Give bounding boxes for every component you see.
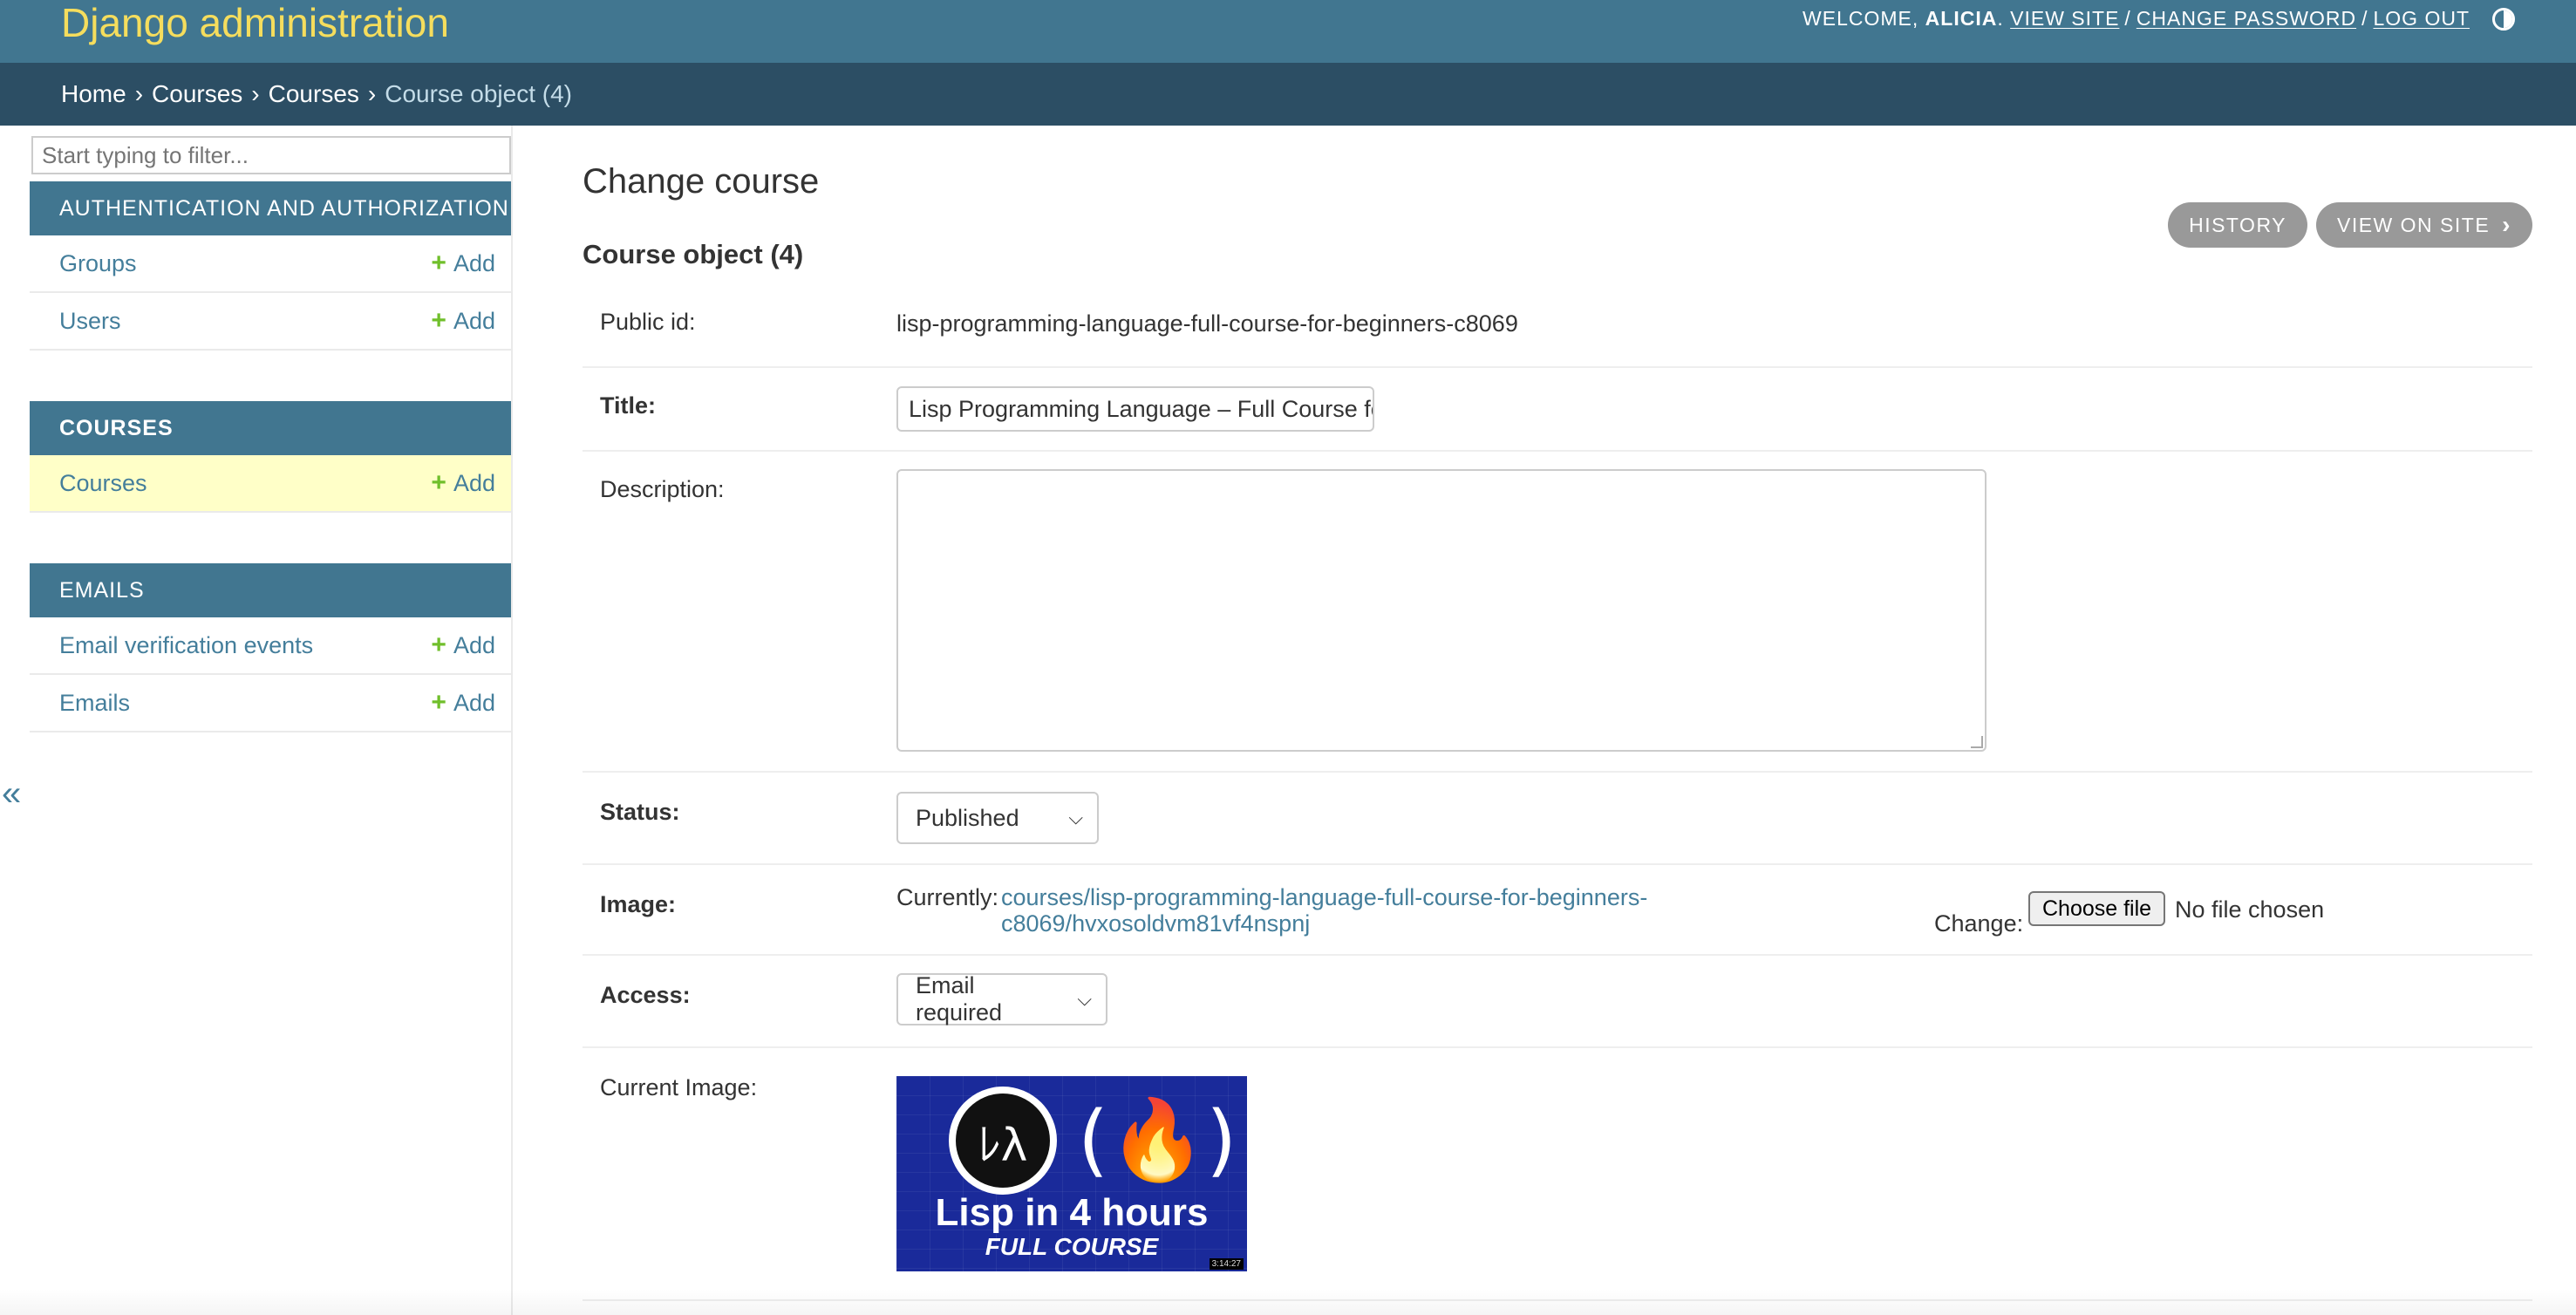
status-label: Status: xyxy=(600,799,680,825)
sidebar-item-label[interactable]: Groups xyxy=(59,250,137,277)
theme-toggle-icon[interactable] xyxy=(2492,7,2515,31)
chevron-down-icon: ⌵ xyxy=(1068,807,1083,828)
access-select[interactable]: Email required ⌵ xyxy=(896,972,1107,1025)
add-courses-button[interactable]: + Add xyxy=(431,470,495,497)
chevron-right-icon: › xyxy=(2502,211,2511,238)
breadcrumb-model[interactable]: Courses xyxy=(269,80,359,108)
user-tools: WELCOME, ALICIA. VIEW SITE / CHANGE PASS… xyxy=(1803,7,2515,31)
sidebar-item-label[interactable]: Courses xyxy=(59,470,147,497)
header: Django administration WELCOME, ALICIA. V… xyxy=(0,0,2576,63)
plus-icon: + xyxy=(431,468,446,497)
add-users-button[interactable]: + Add xyxy=(431,308,495,335)
breadcrumb-current: Course object (4) xyxy=(385,80,572,107)
change-password-link[interactable]: CHANGE PASSWORD xyxy=(2136,7,2356,31)
image-label: Image: xyxy=(600,891,677,917)
image-currently-label: Currently: xyxy=(896,884,999,910)
nav-sidebar: AUTHENTICATION AND AUTHORIZATION Groups … xyxy=(30,126,513,1315)
site-branding[interactable]: Django administration xyxy=(61,0,449,45)
sidebar-item-users: Users + Add xyxy=(30,293,511,351)
thumbnail-title: Lisp in 4 hours xyxy=(935,1191,1209,1234)
image-change-label: Change: xyxy=(1934,910,2024,937)
add-emails-button[interactable]: + Add xyxy=(431,690,495,717)
view-site-link[interactable]: VIEW SITE xyxy=(2010,7,2119,31)
chevron-down-icon: ⌵ xyxy=(1077,988,1092,1010)
sidebar-item-courses: Courses + Add xyxy=(30,455,511,513)
title-input[interactable]: Lisp Programming Language – Full Course … xyxy=(896,386,1374,432)
sidebar-item-label[interactable]: Email verification events xyxy=(59,632,313,659)
title-label: Title: xyxy=(600,392,657,419)
sidebar-item-groups: Groups + Add xyxy=(30,235,511,293)
nav-filter-input[interactable] xyxy=(31,136,511,174)
access-label: Access: xyxy=(600,982,691,1008)
history-button[interactable]: HISTORY xyxy=(2168,202,2307,248)
no-file-chosen-text: No file chosen xyxy=(2175,896,2325,923)
freecodecamp-logo-icon: (🔥) xyxy=(1078,1094,1237,1186)
thumbnail-duration: 3:14:27 xyxy=(1209,1258,1244,1270)
object-tools: HISTORY VIEW ON SITE › xyxy=(2168,202,2532,248)
module-courses-caption[interactable]: COURSES xyxy=(30,401,511,455)
collapse-sidebar-icon[interactable]: « xyxy=(2,774,21,814)
course-thumbnail-image: ﾚλ (🔥) Lisp in 4 hours FULL COURSE 3:14:… xyxy=(896,1076,1247,1271)
view-on-site-button[interactable]: VIEW ON SITE › xyxy=(2315,202,2532,248)
description-label: Description: xyxy=(600,476,725,502)
plus-icon: + xyxy=(431,306,446,335)
sidebar-item-emails: Emails + Add xyxy=(30,675,511,732)
choose-file-button[interactable]: Choose file xyxy=(2028,891,2166,926)
page-title: Change course xyxy=(583,162,820,201)
add-email-verification-events-button[interactable]: + Add xyxy=(431,632,495,659)
plus-icon: + xyxy=(431,630,446,659)
sidebar-item-label[interactable]: Users xyxy=(59,308,121,335)
plus-icon: + xyxy=(431,688,446,717)
username: ALICIA xyxy=(1925,7,1998,30)
status-select[interactable]: Published ⌵ xyxy=(896,792,1099,844)
current-image-label: Current Image: xyxy=(600,1074,758,1100)
add-groups-button[interactable]: + Add xyxy=(431,250,495,277)
module-emails-caption[interactable]: EMAILS xyxy=(30,563,511,617)
sidebar-item-label[interactable]: Emails xyxy=(59,690,130,717)
description-textarea[interactable] xyxy=(896,469,1987,752)
image-current-link[interactable]: courses/lisp-programming-language-full-c… xyxy=(1001,884,1716,937)
breadcrumb: Home › Courses › Courses › Course object… xyxy=(0,63,2576,126)
public-id-label: Public id: xyxy=(600,309,696,335)
object-heading: Course object (4) xyxy=(583,239,804,269)
welcome-text: WELCOME, xyxy=(1803,7,1919,30)
public-id-value: lisp-programming-language-full-course-fo… xyxy=(896,310,1518,337)
module-auth-caption[interactable]: AUTHENTICATION AND AUTHORIZATION xyxy=(30,181,511,235)
plus-icon: + xyxy=(431,249,446,277)
lisp-logo-icon: ﾚλ xyxy=(949,1087,1057,1195)
breadcrumb-app[interactable]: Courses xyxy=(152,80,242,108)
log-out-link[interactable]: LOG OUT xyxy=(2373,7,2470,31)
thumbnail-subtitle: FULL COURSE xyxy=(985,1233,1159,1260)
resize-grip-icon[interactable] xyxy=(1971,736,1983,748)
sidebar-item-email-verification-events: Email verification events + Add xyxy=(30,617,511,675)
breadcrumb-home[interactable]: Home xyxy=(61,80,126,108)
